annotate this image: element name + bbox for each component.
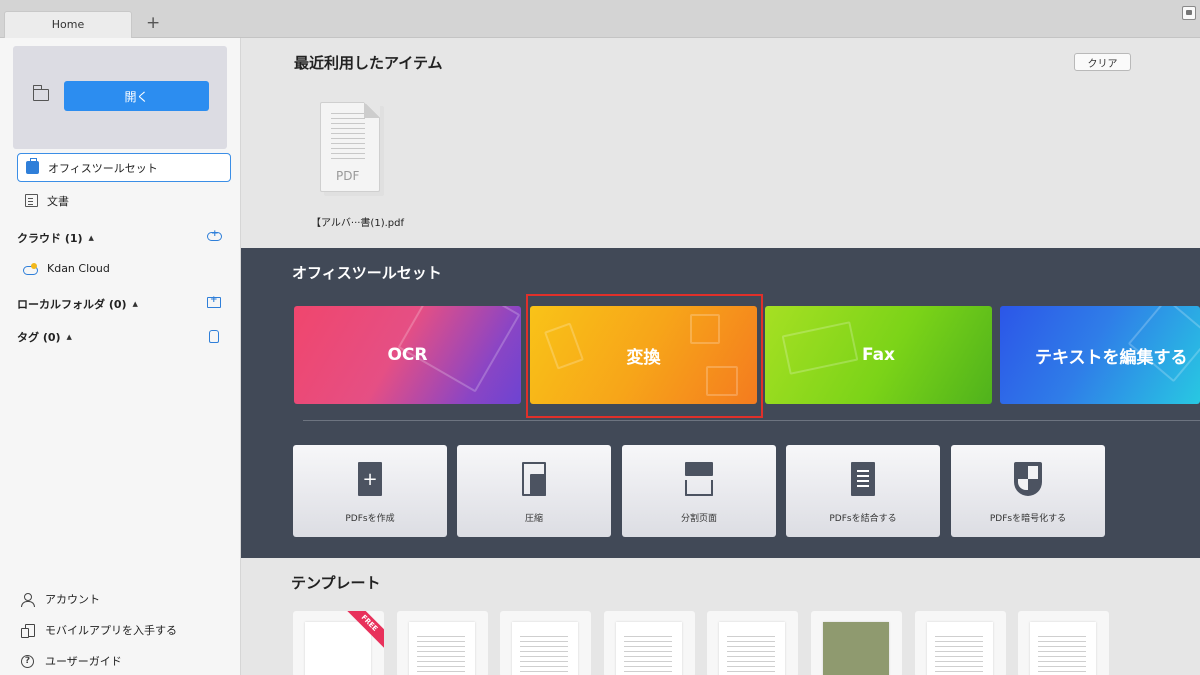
office-toolset-section: オフィスツールセット OCR 変換 Fax テキストを編集する + PDFsを作…: [241, 248, 1200, 558]
caret-up-icon: ▲: [88, 234, 94, 242]
template-card[interactable]: [811, 611, 902, 675]
recent-items-title: 最近利用したアイテム: [294, 54, 443, 72]
office-toolset-title: オフィスツールセット: [292, 264, 442, 282]
user-guide-link[interactable]: ? ユーザーガイド: [21, 652, 122, 670]
account-link[interactable]: アカウント: [21, 590, 100, 608]
main-content: 最近利用したアイテム クリア PDF 【アルバ···書(1).pdf オフィスツ…: [241, 38, 1200, 675]
merge-pdf-label: PDFsを結合する: [829, 514, 897, 524]
open-panel: 開く: [13, 46, 227, 149]
kdan-cloud-label: Kdan Cloud: [47, 261, 110, 275]
sidebar: 開く オフィスツールセット 文書 クラウド (1) ▲ Kdan Cloud ロ…: [0, 38, 241, 675]
compress-icon: [520, 462, 548, 498]
add-tag-button[interactable]: [207, 330, 221, 343]
folder-icon: [32, 85, 49, 101]
template-thumbnail: [512, 622, 578, 675]
encrypt-pdf-button[interactable]: PDFsを暗号化する: [951, 445, 1105, 537]
split-pages-button[interactable]: 分割页面: [622, 445, 776, 537]
tags-section-header[interactable]: タグ (0) ▲: [17, 327, 221, 347]
template-thumbnail: [1030, 622, 1096, 675]
template-thumbnail: [616, 622, 682, 675]
add-tab-button[interactable]: +: [146, 13, 160, 33]
cloud-section-label: クラウド (1): [17, 232, 83, 245]
caret-up-icon: ▲: [132, 300, 138, 308]
fax-card[interactable]: Fax: [765, 306, 992, 404]
caret-up-icon: ▲: [66, 333, 72, 341]
template-thumbnail: [409, 622, 475, 675]
compress-label: 圧縮: [524, 514, 543, 524]
account-label: アカウント: [45, 593, 100, 606]
tags-label: タグ (0): [17, 331, 61, 344]
template-thumbnail: [305, 622, 371, 675]
account-icon: [21, 592, 35, 607]
card-decoration: [397, 306, 521, 393]
cloud-section-header[interactable]: クラウド (1) ▲: [17, 228, 222, 248]
ocr-card[interactable]: OCR: [294, 306, 521, 404]
template-card[interactable]: [397, 611, 488, 675]
mobile-app-link[interactable]: モバイルアプリを入手する: [21, 621, 177, 639]
recent-file-name[interactable]: 【アルバ···書(1).pdf: [311, 214, 404, 229]
cloud-add-icon: [207, 228, 222, 241]
mobile-app-label: モバイルアプリを入手する: [45, 624, 177, 637]
templates-title: テンプレート: [291, 574, 381, 592]
sidebar-item-label: 文書: [47, 194, 69, 208]
add-folder-button[interactable]: [207, 294, 221, 310]
page-corner: [364, 102, 380, 118]
templates-section: テンプレート FREE: [241, 558, 1200, 675]
edit-text-card[interactable]: テキストを編集する: [1000, 306, 1200, 404]
toolbox-icon: [26, 158, 39, 174]
help-icon: ?: [21, 654, 34, 668]
template-thumbnail: [927, 622, 993, 675]
encrypt-pdf-label: PDFsを暗号化する: [989, 514, 1067, 524]
tab-home[interactable]: Home: [4, 11, 132, 38]
document-icon: [25, 194, 38, 207]
mobile-app-icon: [21, 623, 35, 638]
open-button[interactable]: 開く: [64, 81, 209, 111]
sidebar-item-label: オフィスツールセット: [48, 161, 158, 175]
template-card[interactable]: [707, 611, 798, 675]
file-type-label: PDF: [336, 169, 360, 183]
recent-file-thumbnail[interactable]: PDF: [320, 102, 387, 198]
merge-pdf-icon: [849, 462, 877, 498]
template-card[interactable]: FREE: [293, 611, 384, 675]
tag-icon: [209, 330, 219, 343]
card-decoration: [1127, 306, 1200, 383]
create-pdf-icon: +: [356, 462, 384, 498]
highlight-box: [526, 294, 763, 418]
add-folder-icon: [207, 294, 221, 308]
user-guide-label: ユーザーガイド: [45, 655, 122, 668]
fax-card-label: Fax: [861, 345, 896, 365]
template-card[interactable]: [915, 611, 1006, 675]
tab-bar: Home +: [0, 0, 1200, 38]
divider: [303, 420, 1200, 421]
compress-button[interactable]: 圧縮: [457, 445, 611, 537]
template-card[interactable]: [500, 611, 591, 675]
clear-button[interactable]: クリア: [1074, 53, 1131, 71]
local-folder-section-header[interactable]: ローカルフォルダ (0) ▲: [17, 294, 221, 314]
sidebar-item-office-toolset[interactable]: オフィスツールセット: [17, 153, 231, 182]
create-pdf-label: PDFsを作成: [345, 514, 395, 524]
add-cloud-button[interactable]: [207, 228, 222, 244]
template-thumbnail: [823, 622, 889, 675]
recent-items-section: 最近利用したアイテム クリア PDF 【アルバ···書(1).pdf: [241, 38, 1200, 248]
window-control-icon[interactable]: [1182, 6, 1196, 20]
sidebar-item-documents[interactable]: 文書: [17, 186, 231, 215]
split-pages-icon: [685, 462, 713, 498]
kdan-cloud-icon: [23, 262, 39, 275]
split-pages-label: 分割页面: [680, 514, 717, 524]
sidebar-item-kdan-cloud[interactable]: Kdan Cloud: [23, 259, 110, 277]
create-pdf-button[interactable]: + PDFsを作成: [293, 445, 447, 537]
template-card[interactable]: [604, 611, 695, 675]
template-thumbnail: [719, 622, 785, 675]
encrypt-pdf-icon: [1014, 462, 1042, 498]
card-decoration: [781, 321, 859, 375]
local-folder-label: ローカルフォルダ (0): [17, 298, 127, 311]
merge-pdf-button[interactable]: PDFsを結合する: [786, 445, 940, 537]
template-card[interactable]: [1018, 611, 1109, 675]
